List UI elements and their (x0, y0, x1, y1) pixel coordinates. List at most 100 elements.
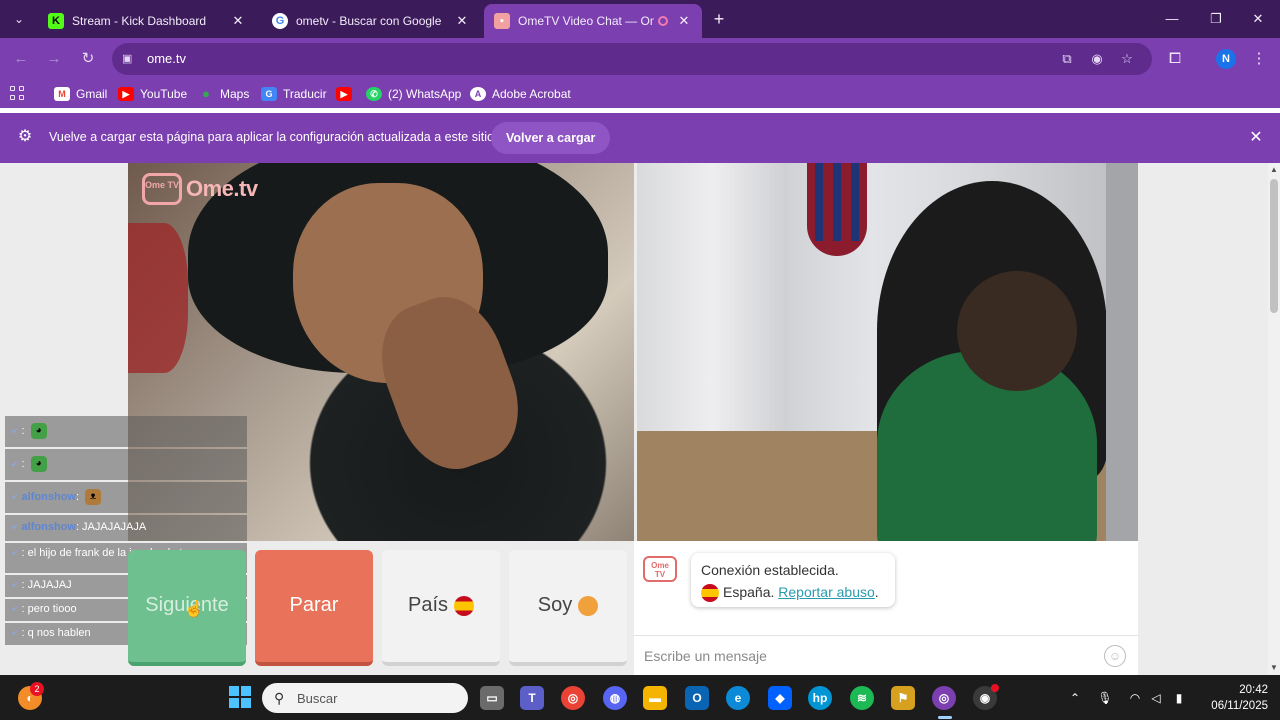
spotify-icon[interactable]: ≋ (850, 686, 874, 710)
profile-avatar[interactable]: N (1216, 49, 1236, 69)
address-bar[interactable]: ▣ ome.tv ⧉ ◉ ☆ (112, 43, 1152, 75)
scrollbar-thumb[interactable] (1270, 179, 1278, 313)
system-clock[interactable]: 20:42 06/11/2025 (1200, 682, 1268, 714)
bookmark-label: YouTube (140, 87, 188, 101)
teams-icon[interactable]: T (520, 686, 544, 710)
tab-ometv[interactable]: ▪ OmeTV Video Chat — Ome ✕ (484, 4, 702, 38)
tab-google-search[interactable]: G ometv - Buscar con Google ✕ (262, 4, 480, 38)
battery-icon[interactable]: ▮ (1170, 689, 1188, 707)
install-app-icon[interactable]: ⧉ (1058, 51, 1076, 67)
message-composer: ☺ (634, 635, 1138, 675)
bookmark-star-icon[interactable]: ☆ (1118, 51, 1136, 67)
windows-start-icon[interactable] (228, 686, 252, 710)
bookmark-translate[interactable]: G Traducir (261, 86, 327, 102)
windows-taskbar: ◐ 2 ⚲ Buscar ▭ T ◎ ◍ ▬ O e ◆ hp ≋ ⚑ ◎ ◉ … (0, 675, 1280, 720)
gear-icon: ⚙ (17, 128, 33, 145)
bookmark-label: Maps (220, 87, 250, 101)
chat-message: ✔ alfonshow: JAJAJAJAJA (5, 515, 247, 541)
discord-icon[interactable]: ◍ (603, 686, 627, 710)
ometv-logo: Ome TV Ome.tv (142, 171, 258, 207)
spain-flag-icon (701, 584, 719, 603)
dropbox-icon[interactable]: ◆ (768, 686, 792, 710)
reload-button[interactable]: ↻ (76, 47, 100, 71)
stop-button[interactable]: Parar (255, 550, 373, 666)
bookmark-label: Adobe Acrobat (492, 87, 571, 101)
reload-infobar: ⚙ Vuelve a cargar esta página para aplic… (0, 113, 1280, 163)
scroll-down-icon[interactable]: ▼ (1268, 663, 1280, 672)
acrobat-icon: A (470, 87, 486, 101)
cat-emote-icon: ᴥ (85, 489, 101, 506)
boy-face-icon (578, 595, 599, 616)
youtube-icon: ▶ (336, 87, 352, 101)
taskbar-search[interactable]: ⚲ Buscar (262, 683, 468, 713)
hp-icon[interactable]: hp (808, 686, 832, 710)
kick-icon: K (48, 13, 64, 29)
maps-icon: ● (202, 86, 210, 101)
bookmark-label: Gmail (76, 87, 108, 101)
app-icon[interactable]: ⚑ (891, 686, 915, 710)
bookmark-acrobat[interactable]: A Adobe Acrobat (470, 86, 571, 102)
bookmark-label: Traducir (283, 87, 327, 101)
emoji-icon[interactable]: ☺ (1104, 645, 1126, 667)
country-button[interactable]: País (382, 550, 500, 666)
restore-button[interactable]: ❐ (1194, 0, 1238, 38)
own-webcam-video (637, 163, 1106, 556)
task-view-icon[interactable]: ▭ (480, 686, 504, 710)
infobar-message: Vuelve a cargar esta página para aplicar… (49, 130, 494, 144)
apps-grid-icon[interactable] (10, 86, 26, 102)
report-abuse-link[interactable]: Reportar abuso (778, 584, 875, 600)
chrome-profile-icon[interactable]: ◎ (932, 686, 956, 710)
close-tab-icon[interactable]: ✕ (230, 13, 246, 29)
bookmark-maps[interactable]: ● Maps (198, 86, 249, 102)
tab-search-chevron-icon[interactable]: ⌄ (8, 8, 30, 30)
browser-toolbar: ← → ↻ ▣ ome.tv ⧉ ◉ ☆ ⧠ N ⋮ (0, 38, 1280, 80)
bookmark-label: (2) WhatsApp (388, 87, 462, 101)
recording-dot-icon (991, 684, 999, 692)
file-explorer-icon[interactable]: ▬ (643, 686, 667, 710)
search-icon: ⚲ (274, 690, 285, 706)
scroll-up-icon[interactable]: ▲ (1268, 165, 1280, 174)
translate-icon: G (261, 87, 277, 101)
reload-page-button[interactable]: Volver a cargar (491, 122, 611, 154)
youtube-icon: ▶ (118, 87, 134, 101)
tracking-protection-icon[interactable]: ◉ (1088, 51, 1106, 67)
forward-button[interactable]: → (42, 47, 66, 71)
google-icon: G (272, 13, 288, 29)
extensions-icon[interactable]: ⧠ (1164, 48, 1186, 70)
tab-title: ometv - Buscar con Google (296, 14, 442, 28)
ometv-icon: ▪ (494, 13, 510, 29)
ometv-page: Ome TV Ome.tv ✔: ◕ ✔: ◕ ✔ alfonshow: ᴥ ✔ alfo… (0, 163, 1268, 675)
menu-kebab-icon[interactable]: ⋮ (1248, 48, 1270, 70)
new-tab-button[interactable]: + (708, 8, 730, 30)
close-tab-icon[interactable]: ✕ (454, 13, 470, 29)
tab-kick-dashboard[interactable]: K Stream - Kick Dashboard ✕ (38, 4, 256, 38)
tab-title: Stream - Kick Dashboard (72, 14, 207, 28)
bookmark-youtube-2[interactable]: ▶ (336, 86, 358, 102)
site-camera-icon[interactable]: ▣ (122, 51, 138, 67)
close-tab-icon[interactable]: ✕ (676, 13, 692, 29)
bookmark-gmail[interactable]: M Gmail (54, 86, 107, 102)
wifi-icon[interactable]: ◠ (1126, 689, 1144, 707)
chrome-icon[interactable]: ◎ (561, 686, 585, 710)
bookmark-whatsapp[interactable]: ✆ (2) WhatsApp (366, 86, 461, 102)
message-input[interactable] (644, 644, 1084, 668)
gender-button[interactable]: Soy (509, 550, 627, 666)
recording-icon (658, 16, 668, 26)
volume-icon[interactable]: ◁ (1147, 689, 1165, 707)
edge-icon[interactable]: e (726, 686, 750, 710)
outlook-icon[interactable]: O (685, 686, 709, 710)
active-app-indicator (938, 716, 952, 719)
minimize-button[interactable]: ― (1150, 0, 1194, 38)
system-message-bubble: Conexión establecida. España. Reportar a… (691, 553, 895, 607)
close-window-button[interactable]: ✕ (1236, 0, 1280, 38)
url-text: ome.tv (147, 51, 187, 66)
back-button[interactable]: ← (9, 47, 33, 71)
connection-status: Conexión establecida. (701, 562, 839, 578)
close-infobar-icon[interactable]: ✕ (1246, 128, 1266, 148)
bookmark-youtube[interactable]: ▶ YouTube (118, 86, 187, 102)
page-scrollbar[interactable]: ▲ ▼ (1268, 163, 1280, 675)
country-label: España. (723, 584, 775, 600)
notification-badge: 2 (30, 682, 44, 696)
show-hidden-icons-chevron-icon[interactable]: ⌃ (1066, 689, 1084, 707)
microphone-icon[interactable]: 🎙 (1096, 689, 1114, 707)
